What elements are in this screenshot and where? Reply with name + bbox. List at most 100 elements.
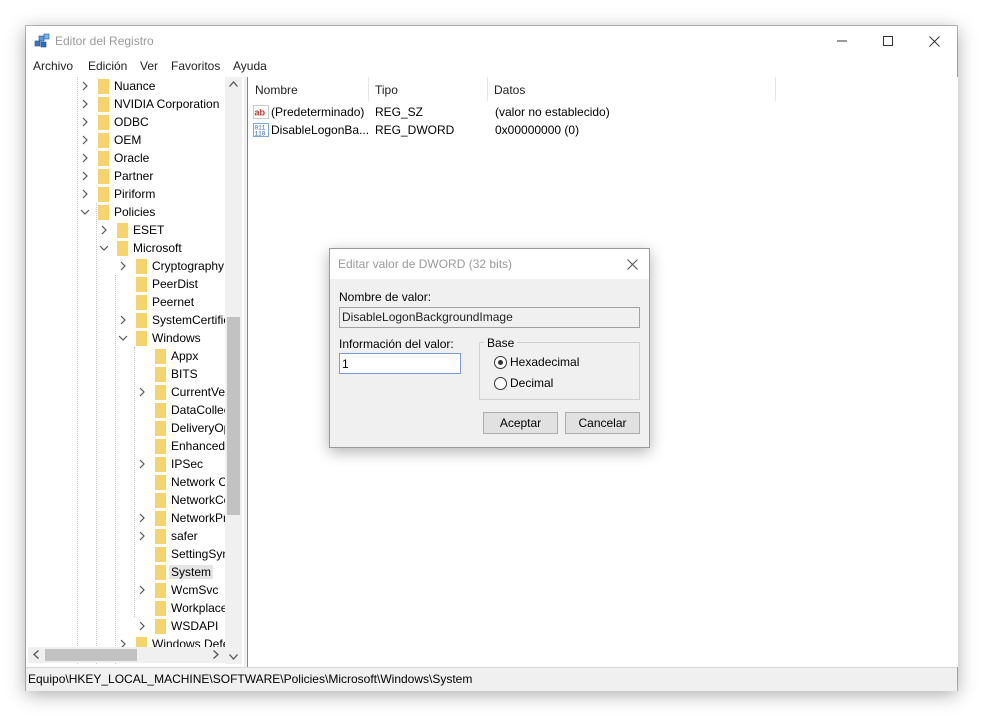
menu-archivo[interactable]: Archivo: [33, 59, 73, 73]
tree-item[interactable]: CurrentVersion: [27, 383, 225, 401]
menu-ver[interactable]: Ver: [140, 59, 158, 73]
column-header-type[interactable]: Tipo: [368, 77, 488, 101]
chevron-right-icon[interactable]: [137, 530, 147, 542]
maximize-button[interactable]: [865, 26, 911, 56]
tree-item[interactable]: DataCollection: [27, 401, 225, 419]
cancel-button[interactable]: Cancelar: [565, 412, 640, 434]
tree-item-label: NetworkConnectivityStatusIndicator: [171, 493, 225, 507]
chevron-right-icon[interactable]: [80, 134, 90, 146]
tree-item[interactable]: EnhancedStorageDevices: [27, 437, 225, 455]
folder-icon: [155, 619, 166, 634]
tree-item[interactable]: Windows: [27, 329, 225, 347]
tree-item[interactable]: SettingSync: [27, 545, 225, 563]
chevron-down-icon[interactable]: [99, 242, 109, 254]
chevron-right-icon[interactable]: [137, 620, 147, 632]
tree-item[interactable]: PeerDist: [27, 275, 225, 293]
chevron-right-icon[interactable]: [80, 170, 90, 182]
value-data-label: Información del valor:: [339, 337, 454, 351]
tree-item[interactable]: Piriform: [27, 185, 225, 203]
scroll-up-icon[interactable]: [229, 81, 238, 87]
chevron-down-icon[interactable]: [118, 332, 128, 344]
tree-item[interactable]: Nuance: [27, 77, 225, 95]
tree-item[interactable]: WorkplaceJoin: [27, 599, 225, 617]
chevron-down-icon[interactable]: [80, 206, 90, 218]
ok-button[interactable]: Aceptar: [483, 412, 558, 434]
menu-favoritos[interactable]: Favoritos: [171, 59, 220, 73]
tree-item[interactable]: WSDAPI: [27, 617, 225, 635]
tree-item[interactable]: Network Connections: [27, 473, 225, 491]
tree-item-label: Partner: [114, 169, 154, 183]
binary-value-icon: 011 110: [253, 123, 269, 138]
close-button[interactable]: [911, 26, 957, 56]
tree-item[interactable]: Partner: [27, 167, 225, 185]
tree-item[interactable]: IPSec: [27, 455, 225, 473]
chevron-right-icon[interactable]: [137, 584, 147, 596]
tree-item[interactable]: safer: [27, 527, 225, 545]
chevron-right-icon[interactable]: [80, 152, 90, 164]
tree-item[interactable]: BITS: [27, 365, 225, 383]
minimize-button[interactable]: [819, 26, 865, 56]
value-name: DisableLogonBa...: [271, 123, 370, 137]
tree-item[interactable]: ESET: [27, 221, 225, 239]
value-data-input[interactable]: [339, 353, 461, 374]
tree-item-label: Network Connections: [171, 475, 225, 489]
chevron-right-icon[interactable]: [118, 260, 128, 272]
folder-icon: [155, 529, 166, 544]
column-data-label: Datos: [494, 83, 526, 97]
dialog-title-bar[interactable]: Editar valor de DWORD (32 bits): [330, 249, 649, 279]
window-title: Editor del Registro: [55, 34, 154, 48]
tree-item-label: DataCollection: [171, 403, 225, 417]
tree-vertical-scroll-thumb[interactable]: [227, 317, 240, 515]
tree-item-label: Piriform: [114, 187, 156, 201]
tree-item[interactable]: ODBC: [27, 113, 225, 131]
tree-item[interactable]: OEM: [27, 131, 225, 149]
menu-edicion[interactable]: Edición: [88, 59, 127, 73]
dialog-close-button[interactable]: [621, 254, 643, 274]
key-tree-pane[interactable]: Nuance NVIDIA Corporation ODBC OEM Oracle Par…: [27, 77, 244, 664]
tree-horizontal-scroll-thumb[interactable]: [45, 649, 137, 661]
tree-item[interactable]: Appx: [27, 347, 225, 365]
chevron-right-icon[interactable]: [118, 314, 128, 326]
tree-item[interactable]: Oracle: [27, 149, 225, 167]
title-bar[interactable]: Editor del Registro: [26, 26, 957, 56]
value-type: REG_DWORD: [375, 123, 455, 137]
column-header-name[interactable]: Nombre: [248, 77, 369, 101]
tree-horizontal-scrollbar[interactable]: [28, 647, 226, 663]
tree-vertical-scrollbar[interactable]: [225, 77, 242, 664]
radio-checked-icon: [494, 356, 507, 369]
chevron-right-icon[interactable]: [80, 80, 90, 92]
tree-item[interactable]: WcmSvc: [27, 581, 225, 599]
tree-item-label: IPSec: [171, 457, 204, 471]
tree-item[interactable]: NetworkProvider: [27, 509, 225, 527]
folder-icon: [155, 601, 166, 616]
chevron-right-icon[interactable]: [137, 386, 147, 398]
tree-item[interactable]: Microsoft: [27, 239, 225, 257]
menu-ayuda[interactable]: Ayuda: [233, 59, 267, 73]
value-row[interactable]: ab (Predeterminado) REG_SZ (valor no est…: [248, 103, 948, 121]
tree-item[interactable]: System: [27, 563, 225, 581]
folder-icon: [155, 367, 166, 382]
tree-item[interactable]: SystemCertificates: [27, 311, 225, 329]
string-value-icon: ab: [253, 105, 269, 119]
menu-bar: Archivo Edición Ver Favoritos Ayuda: [26, 56, 957, 76]
scroll-right-icon[interactable]: [213, 650, 219, 659]
chevron-right-icon[interactable]: [80, 116, 90, 128]
tree-item[interactable]: Peernet: [27, 293, 225, 311]
column-header-data[interactable]: Datos: [487, 77, 776, 101]
tree-item[interactable]: DeliveryOptimization: [27, 419, 225, 437]
tree-item[interactable]: NVIDIA Corporation: [27, 95, 225, 113]
tree-item[interactable]: Policies: [27, 203, 225, 221]
scroll-left-icon[interactable]: [33, 650, 39, 659]
minimize-icon: [837, 40, 847, 42]
folder-icon: [155, 565, 166, 580]
dialog-title: Editar valor de DWORD (32 bits): [338, 257, 513, 271]
tree-item[interactable]: Cryptography: [27, 257, 225, 275]
chevron-right-icon[interactable]: [137, 458, 147, 470]
chevron-right-icon[interactable]: [80, 188, 90, 200]
tree-item[interactable]: NetworkConnectivityStatusIndicator: [27, 491, 225, 509]
scroll-down-icon[interactable]: [229, 654, 238, 660]
chevron-right-icon[interactable]: [80, 98, 90, 110]
value-row[interactable]: 011 110 DisableLogonBa... REG_DWORD 0x00…: [248, 121, 948, 139]
chevron-right-icon[interactable]: [99, 224, 109, 236]
chevron-right-icon[interactable]: [137, 512, 147, 524]
